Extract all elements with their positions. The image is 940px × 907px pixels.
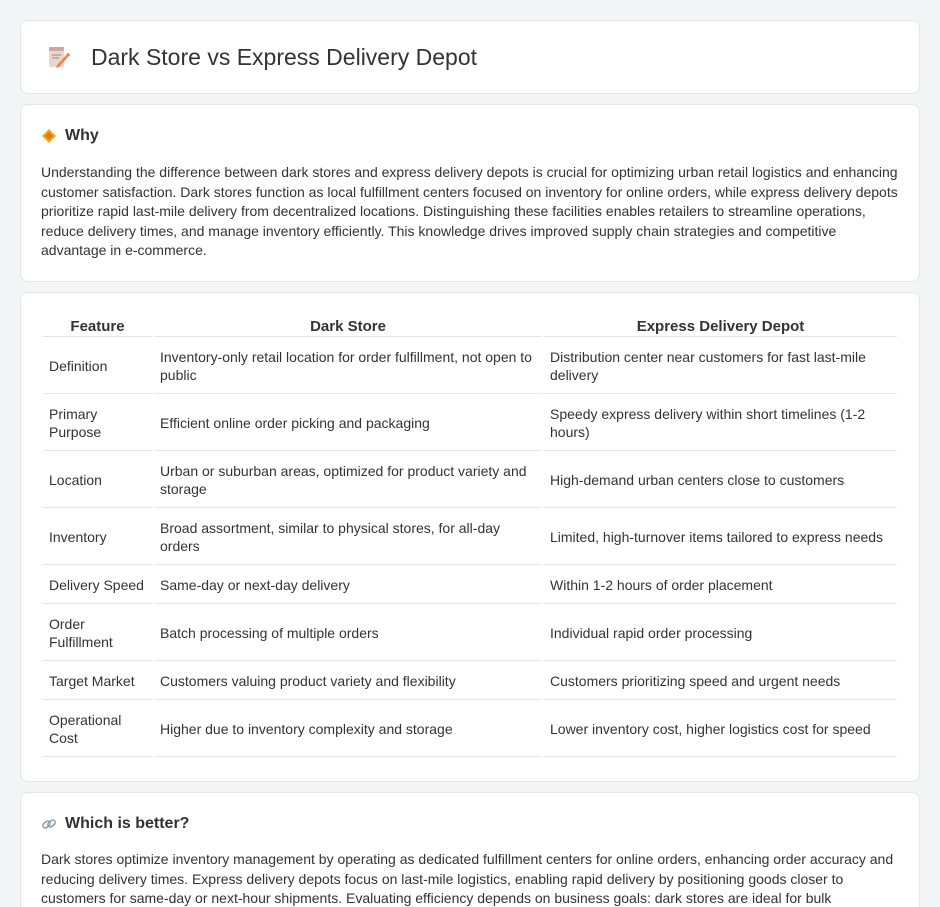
express-depot-cell: Customers prioritizing speed and urgent … [544, 663, 897, 700]
feature-cell: Inventory [43, 510, 152, 565]
express-depot-cell: Limited, high-turnover items tailored to… [544, 510, 897, 565]
table-header-row: Feature Dark Store Express Delivery Depo… [43, 315, 897, 337]
why-heading-row: Why [41, 127, 899, 145]
dark-store-cell: Higher due to inventory complexity and s… [154, 702, 542, 757]
page-title: Dark Store vs Express Delivery Depot [91, 43, 478, 70]
dark-store-cell: Broad assortment, similar to physical st… [154, 510, 542, 565]
table-row: Operational Cost Higher due to inventory… [43, 702, 897, 757]
dark-store-cell: Customers valuing product variety and fl… [154, 663, 542, 700]
feature-cell: Primary Purpose [43, 396, 152, 451]
table-row: Order Fulfillment Batch processing of mu… [43, 606, 897, 661]
better-body: Dark stores optimize inventory managemen… [41, 851, 894, 906]
table-row: Location Urban or suburban areas, optimi… [43, 453, 897, 508]
feature-cell: Delivery Speed [43, 567, 152, 604]
table-row: Delivery Speed Same-day or next-day deli… [43, 567, 897, 604]
comparison-table: Feature Dark Store Express Delivery Depo… [41, 313, 899, 759]
why-body: Understanding the difference between dar… [41, 164, 898, 258]
dark-store-cell: Inventory-only retail location for order… [154, 339, 542, 394]
feature-cell: Operational Cost [43, 702, 152, 757]
comparison-card: Feature Dark Store Express Delivery Depo… [20, 292, 920, 782]
express-depot-cell: Within 1-2 hours of order placement [544, 567, 897, 604]
title-card: Dark Store vs Express Delivery Depot [20, 20, 920, 94]
link-icon [42, 819, 56, 829]
table-row: Primary Purpose Efficient online order p… [43, 396, 897, 451]
which-better-section: Which is better? Dark stores optimize in… [20, 792, 920, 907]
dark-store-cell: Same-day or next-day delivery [154, 567, 542, 604]
header-dark-store: Dark Store [154, 315, 542, 337]
dark-store-cell: Urban or suburban areas, optimized for p… [154, 453, 542, 508]
express-depot-cell: High-demand urban centers close to custo… [544, 453, 897, 508]
why-section: Why Understanding the difference between… [20, 104, 920, 282]
why-heading: Why [65, 127, 99, 144]
feature-cell: Target Market [43, 663, 152, 700]
feature-cell: Order Fulfillment [43, 606, 152, 661]
better-heading: Which is better? [65, 815, 190, 832]
feature-cell: Location [43, 453, 152, 508]
express-depot-cell: Speedy express delivery within short tim… [544, 396, 897, 451]
dark-store-cell: Efficient online order picking and packa… [154, 396, 542, 451]
table-row: Inventory Broad assortment, similar to p… [43, 510, 897, 565]
dark-store-cell: Batch processing of multiple orders [154, 606, 542, 661]
table-row: Definition Inventory-only retail locatio… [43, 339, 897, 394]
express-depot-cell: Individual rapid order processing [544, 606, 897, 661]
table-row: Target Market Customers valuing product … [43, 663, 897, 700]
diamond-sign-icon [42, 129, 56, 143]
feature-cell: Definition [43, 339, 152, 394]
header-express-depot: Express Delivery Depot [544, 315, 897, 337]
express-depot-cell: Lower inventory cost, higher logistics c… [544, 702, 897, 757]
better-heading-row: Which is better? [41, 815, 899, 833]
header-feature: Feature [43, 315, 152, 337]
pencil-notepad-icon [49, 47, 70, 68]
express-depot-cell: Distribution center near customers for f… [544, 339, 897, 394]
